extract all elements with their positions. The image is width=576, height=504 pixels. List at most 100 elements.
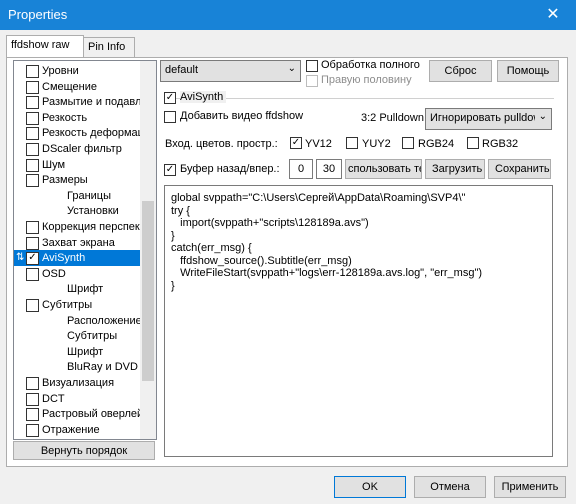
tree-item-label: AviSynth [42, 252, 86, 265]
add-video-label: Добавить видео ffdshow [180, 110, 304, 122]
preset-select[interactable]: default ⌄ [160, 60, 301, 82]
colorspace-label: Вход. цветов. простр.: [165, 138, 278, 150]
reorder-arrows-icon[interactable]: ⇅ [16, 250, 24, 266]
tree-item[interactable]: Субтитры [14, 297, 140, 313]
use-current-button[interactable]: спользовать текущий [345, 159, 422, 179]
tree-item-label: Расположение [67, 314, 142, 327]
process-full-label: Обработка полного [321, 59, 420, 71]
rgb32-label: RGB32 [482, 138, 519, 150]
tree-item-checkbox[interactable] [26, 80, 39, 94]
tree-scrollbar[interactable] [140, 61, 156, 439]
tree-item[interactable]: ✓ ⇅ AviSynth [14, 250, 140, 267]
tree-item[interactable]: Границы [14, 188, 140, 204]
tree-item[interactable]: Размеры [14, 172, 140, 188]
title-bar: Properties ✕ [0, 0, 576, 30]
tree-item-checkbox[interactable]: ✓ [26, 252, 39, 266]
load-button[interactable]: Загрузить [425, 159, 485, 179]
tree-item[interactable]: BluRay и DVD [14, 359, 140, 375]
yuy2-label: YUY2 [362, 138, 391, 150]
tree-item-checkbox[interactable] [26, 174, 39, 188]
tree-item[interactable]: Расположение [14, 313, 142, 329]
restore-order-button[interactable]: Вернуть порядок [13, 441, 155, 460]
tree-item[interactable]: Субтитры [14, 328, 140, 344]
tree-item-checkbox[interactable] [26, 65, 39, 78]
reset-button[interactable]: Сброс [429, 60, 492, 82]
tree-item-label: DCT [42, 392, 65, 405]
pulldown-value: Игнорировать pulldown [430, 112, 535, 124]
tree-item[interactable]: Растровый оверлей [14, 406, 144, 422]
tree-item[interactable]: Шрифт [14, 344, 140, 360]
tree-item-checkbox[interactable] [26, 299, 39, 312]
ok-button[interactable]: OK [334, 476, 406, 498]
tree-item-checkbox[interactable] [26, 392, 39, 406]
tree-item[interactable]: DCT [14, 391, 140, 407]
apply-button[interactable]: Применить [494, 476, 566, 498]
tree-item-checkbox[interactable] [26, 408, 39, 422]
filter-tree[interactable]: Отражение Растровый оверлей DCT Визуализаци… [13, 60, 157, 440]
tree-item-label: Размеры [42, 174, 88, 187]
scroll-thumb[interactable] [142, 201, 154, 381]
tree-item[interactable]: OSD [14, 266, 140, 282]
script-editor[interactable]: global svppath="C:\Users\Сергей\AppData\… [164, 185, 553, 457]
help-button[interactable]: Помощь [497, 60, 559, 82]
buffer-back-input[interactable]: 0 [289, 159, 313, 179]
tree-item-label: Резкость [42, 111, 88, 124]
add-video-checkbox[interactable] [164, 111, 176, 123]
chevron-down-icon: ⌄ [287, 63, 296, 74]
tree-item[interactable]: Установки [14, 203, 140, 219]
yv12-checkbox[interactable]: ✓ [290, 137, 302, 149]
rgb32-checkbox[interactable] [467, 137, 479, 149]
tree-item-label: Смещение [42, 80, 98, 93]
cancel-button[interactable]: Отмена [414, 476, 486, 498]
tree-item[interactable]: Уровни [14, 63, 140, 79]
tree-item-label: Растровый оверлей [42, 408, 144, 421]
tree-item-checkbox[interactable] [26, 267, 39, 281]
tree-item[interactable]: Визуализация [14, 375, 140, 391]
tree-item-checkbox[interactable] [26, 221, 39, 234]
tree-item[interactable]: DScaler фильтр [14, 141, 140, 157]
tree-item-checkbox[interactable] [26, 423, 39, 437]
tree-item-checkbox[interactable] [26, 158, 39, 172]
tree-item-checkbox[interactable] [26, 143, 39, 156]
pulldown-select[interactable]: Игнорировать pulldown ⌄ [425, 108, 552, 130]
tree-item[interactable]: Шрифт [14, 281, 140, 297]
tree-item-label: Захват экрана [42, 236, 115, 249]
tree-item[interactable]: Резкость деформацией [14, 125, 156, 141]
tree-item[interactable]: Коррекция перспективы [14, 219, 156, 235]
tree-item[interactable]: Смещение [14, 79, 140, 95]
window-title: Properties [8, 7, 68, 22]
tree-item-label: Визуализация [42, 377, 115, 389]
tree-item-checkbox[interactable] [26, 236, 39, 250]
tree-item[interactable]: Резкость [14, 110, 140, 126]
avisynth-enable-checkbox[interactable]: ✓ [164, 92, 176, 104]
tree-item-checkbox[interactable] [26, 127, 39, 141]
tree-item[interactable]: Шум [14, 157, 140, 173]
yv12-label: YV12 [305, 138, 332, 150]
tab-pin-info[interactable]: Pin Info [83, 37, 135, 57]
tree-item-label: Границы [67, 189, 111, 202]
right-half-checkbox[interactable] [306, 75, 318, 87]
tree-item-checkbox[interactable] [26, 96, 39, 110]
tree-item-label: OSD [42, 267, 66, 280]
tree-item-label: Субтитры [67, 330, 118, 343]
tab-ffdshow-raw[interactable]: ffdshow raw [6, 35, 84, 57]
tree-item[interactable]: Захват экрана [14, 235, 140, 251]
buffer-checkbox[interactable]: ✓ [164, 164, 176, 176]
process-full-checkbox[interactable] [306, 60, 318, 72]
avisynth-group-label: AviSynth [180, 91, 227, 103]
tree-item-label: Шрифт [67, 345, 104, 358]
tree-item[interactable]: Размытие и подавление шума [14, 94, 156, 110]
tree-item-label: Субтитры [42, 299, 93, 311]
close-icon[interactable]: ✕ [530, 0, 576, 30]
buffer-forward-input[interactable]: 30 [316, 159, 342, 179]
tree-item-checkbox[interactable] [26, 377, 39, 390]
tree-item[interactable]: Отражение [14, 422, 140, 438]
tree-item-label: Уровни [42, 65, 79, 77]
tree-item-checkbox[interactable] [26, 111, 39, 125]
save-button[interactable]: Сохранить [488, 159, 551, 179]
right-half-label: Правую половину [321, 74, 412, 86]
rgb24-checkbox[interactable] [402, 137, 414, 149]
tree-item-label: DScaler фильтр [42, 143, 122, 155]
yuy2-checkbox[interactable] [346, 137, 358, 149]
tree-item-label: Отражение [42, 423, 100, 436]
